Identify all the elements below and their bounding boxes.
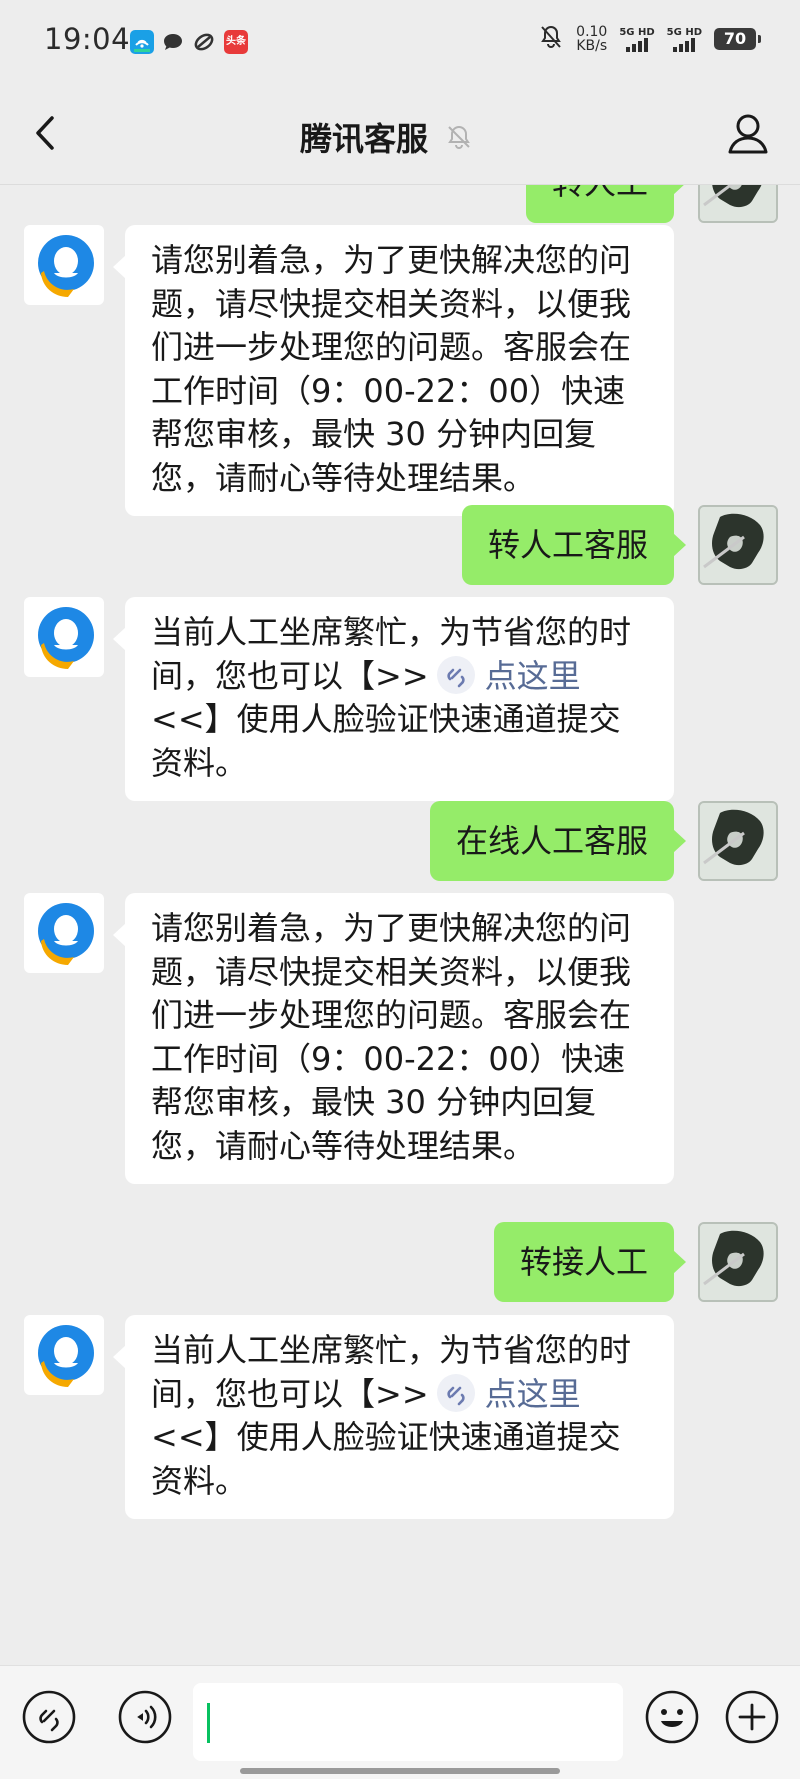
sync-icon: [192, 30, 216, 54]
signal-sim2-label: 5G HD: [666, 26, 702, 38]
voice-icon: [118, 1690, 172, 1744]
mini-program-icon: [22, 1690, 76, 1744]
message-text: 请您别着急，为了更快解决您的问题，请尽快提交相关资料，以便我们进一步处理您的问题…: [151, 909, 632, 1165]
chat-title-group: 腾讯客服: [300, 114, 474, 160]
signal-bars-icon: [626, 37, 648, 52]
status-time: 19:04: [44, 22, 131, 56]
mini-program-button[interactable]: [21, 1689, 77, 1745]
input-bar: [0, 1665, 800, 1779]
toutiao-app-icon: 头条: [224, 30, 248, 54]
service-avatar[interactable]: [24, 597, 104, 677]
chat-header: 腾讯客服: [0, 84, 800, 185]
message-bubble-incoming[interactable]: 当前人工坐席繁忙，为节省您的时间，您也可以【>> 点这里 <<】使用人脸验证快速通…: [113, 1315, 674, 1519]
emoji-icon: [645, 1690, 699, 1744]
message-bubble-incoming[interactable]: 当前人工坐席繁忙，为节省您的时间，您也可以【>> 点这里 <<】使用人脸验证快速通…: [113, 597, 674, 801]
message-list[interactable]: 转人工 请您别着急，为了更快解决您的问题，请尽快提交相关资料，以便我们进一步处理…: [0, 185, 800, 1665]
network-speed-unit: KB/s: [576, 38, 608, 54]
message-bubble-outgoing[interactable]: 转接人工: [493, 1222, 687, 1302]
service-avatar[interactable]: [24, 893, 104, 973]
mute-icon: [538, 24, 564, 54]
message-bubble-outgoing[interactable]: 在线人工客服: [429, 801, 687, 881]
chat-bubble-icon: [161, 30, 185, 54]
message-bubble-outgoing[interactable]: 转人工客服: [461, 505, 687, 585]
message-text: 请您别着急，为了更快解决您的问题，请尽快提交相关资料，以便我们进一步处理您的问题…: [151, 241, 632, 497]
message-text: 转人工客服: [487, 526, 648, 564]
home-indicator[interactable]: [240, 1768, 560, 1774]
face-verify-link[interactable]: 点这里: [485, 1375, 581, 1413]
message-bubble-incoming[interactable]: 请您别着急，为了更快解决您的问题，请尽快提交相关资料，以便我们进一步处理您的问题…: [113, 893, 674, 1184]
user-avatar[interactable]: [698, 1222, 778, 1302]
battery-level: 70: [723, 29, 747, 48]
message-text: 转人工: [552, 185, 648, 202]
network-speed: 0.10 KB/s: [576, 25, 607, 53]
mini-program-link-icon: [436, 1373, 475, 1412]
status-bar: 19:04 头条 0.10 KB/s 5G HD 5G HD 70: [0, 0, 800, 84]
chevron-left-icon: [36, 116, 54, 150]
message-text: <<】使用人脸验证快速通道提交资料。: [151, 700, 621, 782]
chat-info-button[interactable]: [722, 108, 774, 160]
bell-off-icon: [448, 125, 470, 149]
user-avatar[interactable]: [698, 801, 778, 881]
emoji-button[interactable]: [644, 1689, 700, 1745]
message-text: <<】使用人脸验证快速通道提交资料。: [151, 1418, 621, 1500]
text-caret: [207, 1703, 210, 1743]
more-button[interactable]: [724, 1689, 780, 1745]
message-input[interactable]: [193, 1683, 623, 1761]
wifi-hotspot-icon: [130, 30, 154, 54]
chat-title: 腾讯客服: [300, 120, 429, 158]
toutiao-app-label: 头条: [226, 36, 246, 47]
message-bubble-incoming[interactable]: 请您别着急，为了更快解决您的问题，请尽快提交相关资料，以便我们进一步处理您的问题…: [113, 225, 674, 516]
back-button[interactable]: [22, 108, 72, 158]
message-bubble-outgoing[interactable]: 转人工: [525, 185, 687, 223]
battery-icon: 70: [714, 28, 761, 50]
signal-bars-icon: [673, 37, 696, 52]
face-verify-link[interactable]: 点这里: [485, 657, 581, 695]
user-avatar[interactable]: [698, 505, 778, 585]
signal-sim2: 5G HD: [667, 27, 702, 52]
message-text: 转接人工: [519, 1243, 648, 1281]
network-speed-value: 0.10: [576, 24, 608, 40]
mini-program-link-icon: [436, 655, 475, 694]
service-avatar[interactable]: [24, 225, 104, 305]
plus-icon: [725, 1690, 779, 1744]
voice-button[interactable]: [117, 1689, 173, 1745]
user-avatar[interactable]: [698, 185, 778, 223]
status-indicators: 0.10 KB/s 5G HD 5G HD 70: [538, 24, 761, 54]
service-avatar[interactable]: [24, 1315, 104, 1395]
signal-sim1-label: 5G HD: [619, 26, 655, 38]
signal-sim1: 5G HD: [619, 26, 655, 52]
message-text: 在线人工客服: [455, 822, 648, 860]
person-icon: [728, 114, 768, 154]
